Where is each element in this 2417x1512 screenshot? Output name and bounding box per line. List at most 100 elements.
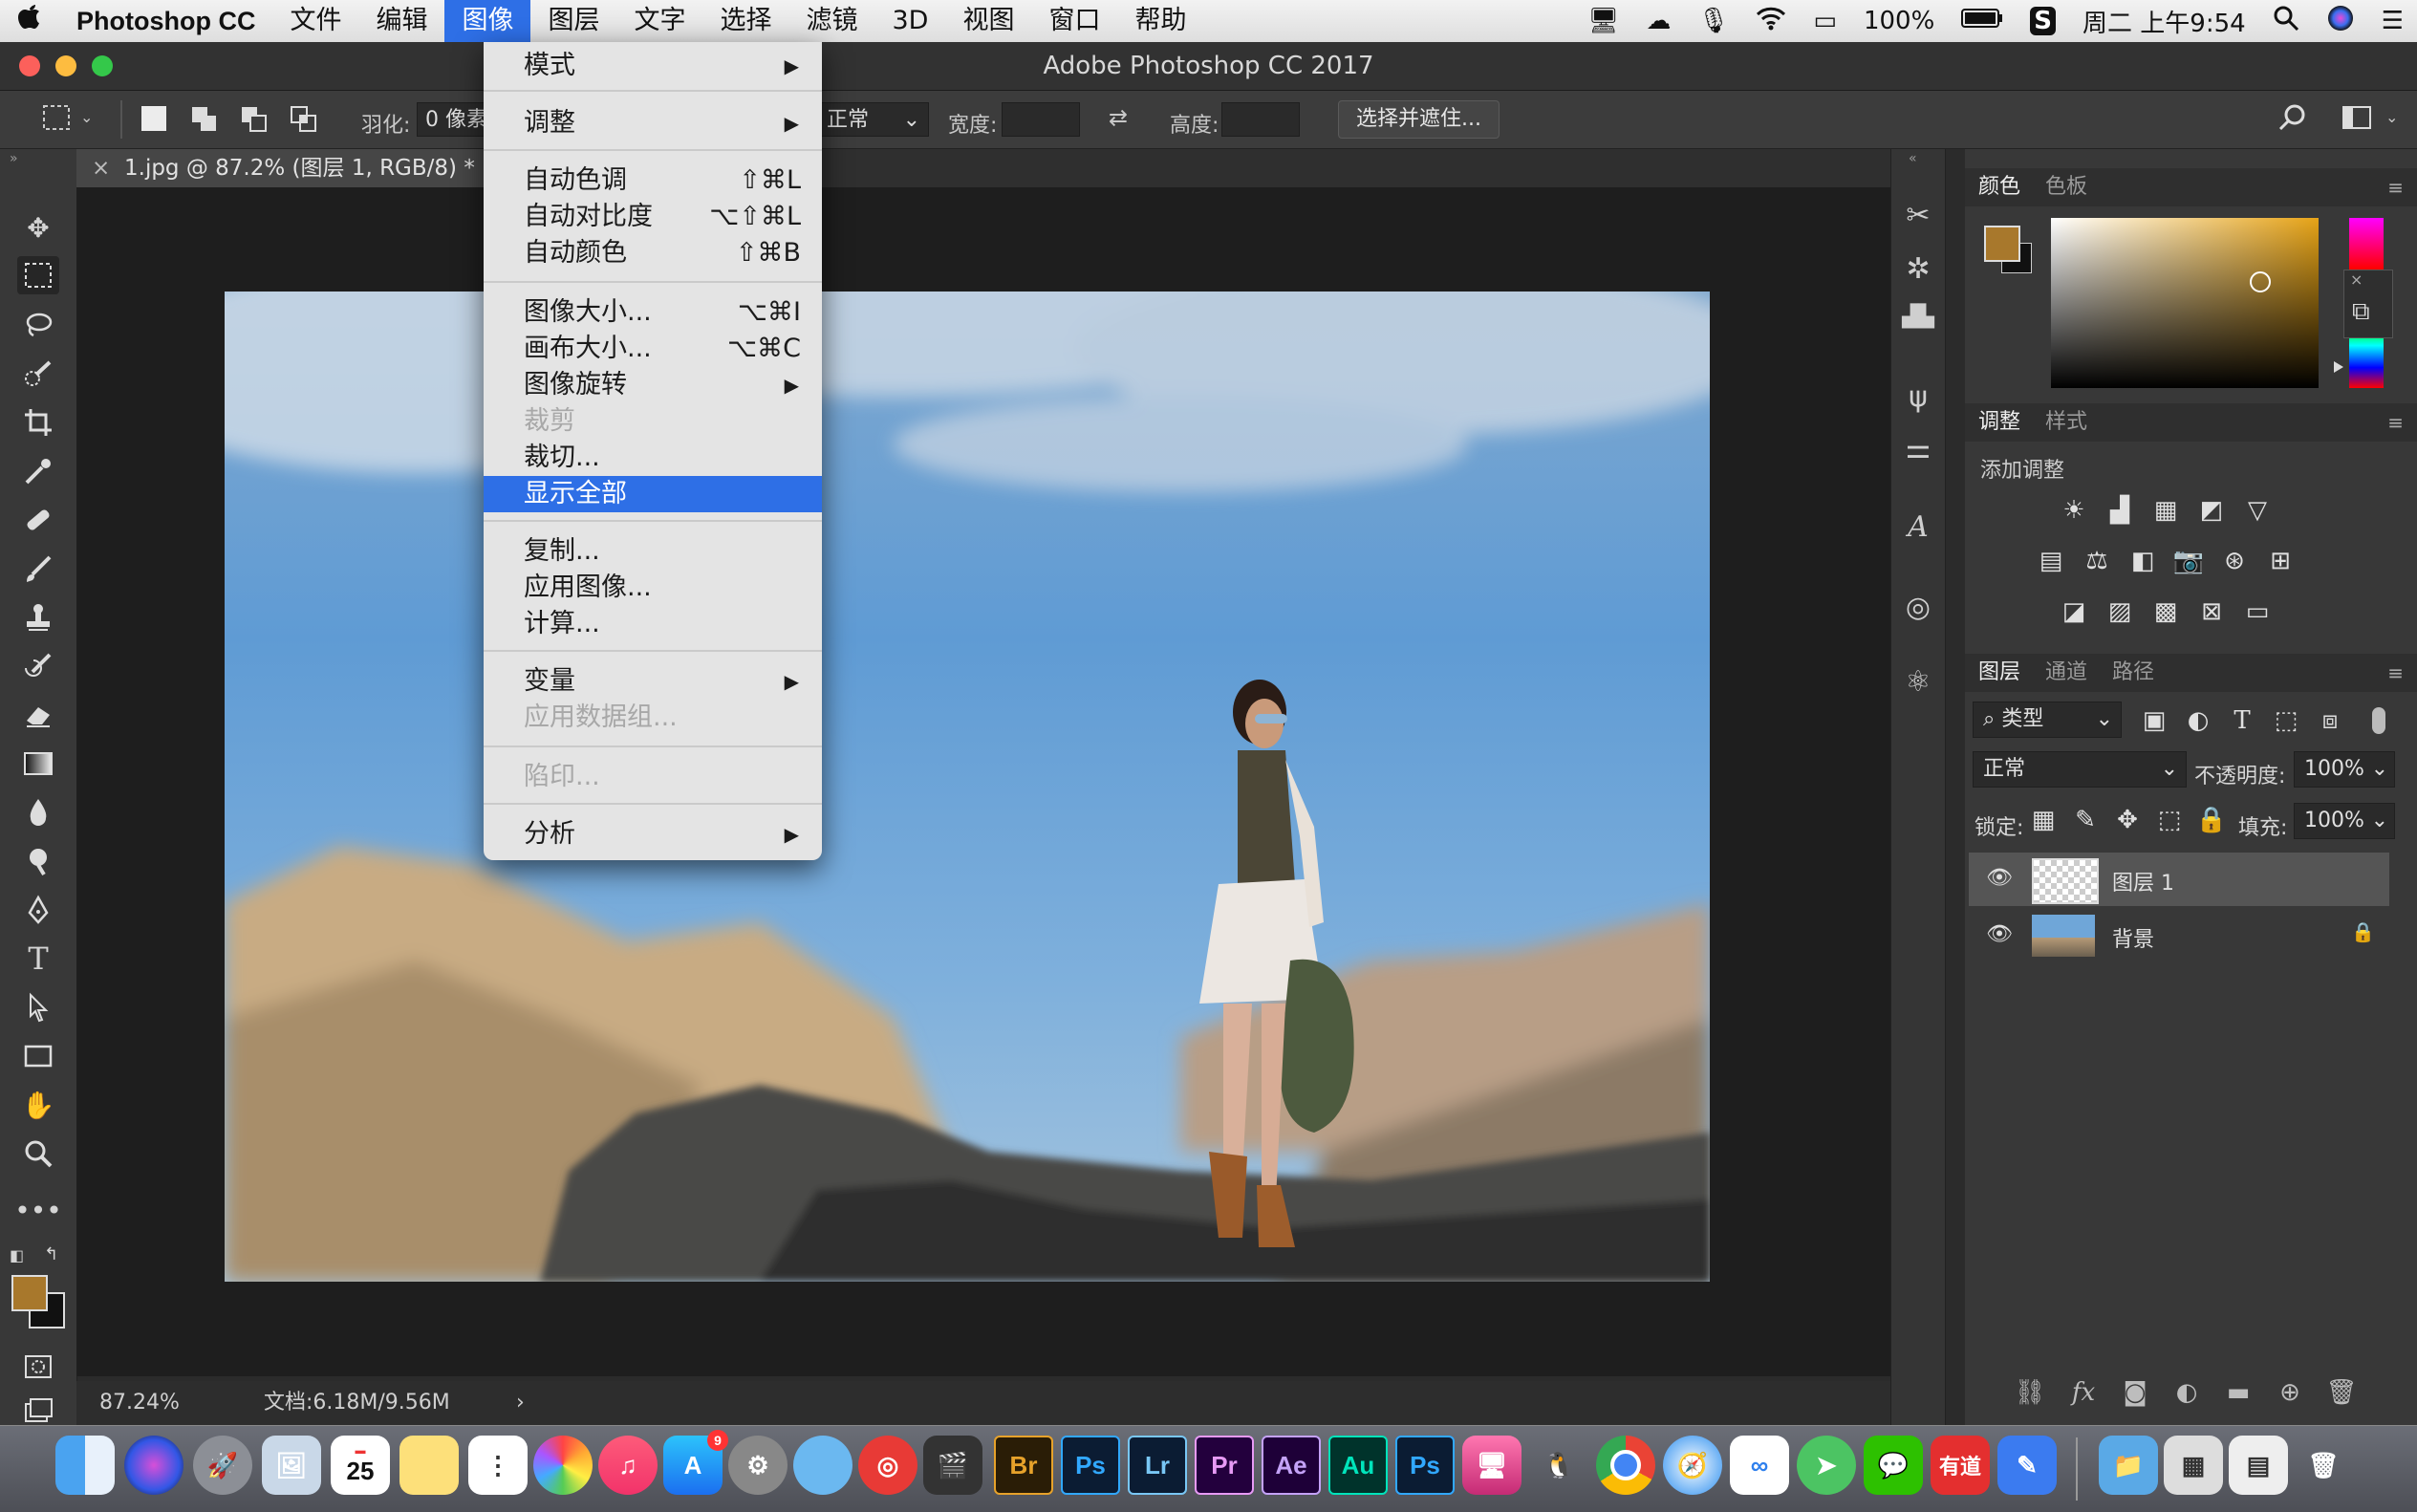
lightroom-icon[interactable]: Lr	[1128, 1436, 1187, 1495]
workspace-dropdown-icon[interactable]: ⌄	[2385, 108, 2398, 126]
safari-icon[interactable]: 🧭	[1663, 1436, 1722, 1495]
character-icon[interactable]: A	[1899, 508, 1937, 547]
swap-dimensions-icon[interactable]: ⇄	[1109, 104, 1128, 131]
floating-close-icon[interactable]: ×	[2350, 270, 2363, 289]
3d-panel-icon[interactable]: ⚛	[1899, 663, 1937, 702]
photo-filter-icon[interactable]: 📷	[2171, 544, 2206, 578]
zoom-level[interactable]: 87.24%	[99, 1381, 180, 1425]
menu-item-analysis[interactable]: 分析 ▶	[484, 816, 822, 853]
layer-row[interactable]: 👁 图层 1	[1969, 853, 2389, 906]
imac-screen-icon[interactable]: 🖥	[1462, 1436, 1521, 1495]
filter-adjustment-icon[interactable]: ◐	[2181, 703, 2215, 738]
premiere-icon[interactable]: Pr	[1195, 1436, 1254, 1495]
wechat-icon[interactable]: 💬	[1864, 1436, 1923, 1495]
marquee-preset-icon[interactable]	[42, 104, 73, 133]
creative-cloud-icon[interactable]: ☁	[1646, 7, 1671, 35]
menu-item-auto-tone[interactable]: 自动色调 ⇧⌘L	[484, 162, 822, 199]
tab-layers[interactable]: 图层	[1978, 654, 2020, 692]
new-adjustment-layer-icon[interactable]: ◐	[2169, 1375, 2204, 1410]
clone-stamp-tool-icon[interactable]	[17, 598, 59, 637]
tab-paths[interactable]: 路径	[2112, 654, 2154, 692]
trash-icon[interactable]: 🗑	[2294, 1436, 2353, 1495]
layer-filter-select[interactable]: ⌕ 类型 ⌄	[1973, 702, 2122, 738]
clock[interactable]: 周二 上午9:54	[2083, 4, 2246, 39]
default-colors-icon[interactable]: ◧	[10, 1246, 24, 1264]
search-icon[interactable]	[2277, 102, 2309, 140]
battery-icon[interactable]	[1961, 7, 2003, 35]
recent-documents-stack-icon[interactable]: ▦	[2164, 1436, 2223, 1495]
photos-icon[interactable]	[533, 1436, 593, 1495]
color-field[interactable]	[2051, 218, 2319, 388]
color-lookup-icon[interactable]: ⊞	[2263, 544, 2298, 578]
type-tool-icon[interactable]: T	[17, 940, 59, 978]
music-icon[interactable]: ♫	[598, 1436, 658, 1495]
opacity-input[interactable]: 100% ⌄	[2294, 751, 2395, 788]
finder-icon[interactable]	[55, 1436, 115, 1495]
preview-icon[interactable]: 🖼	[262, 1436, 321, 1495]
lock-image-icon[interactable]: ✎	[2068, 803, 2103, 837]
tab-swatches[interactable]: 色板	[2045, 168, 2087, 206]
reminders-icon[interactable]: ⋮	[468, 1436, 528, 1495]
style-select[interactable]: 正常 ⌄	[818, 102, 929, 137]
screenshot-app-icon[interactable]: ✎	[1997, 1436, 2057, 1495]
lock-all-icon[interactable]: 🔒	[2194, 803, 2229, 837]
filter-smart-object-icon[interactable]: ⧈	[2313, 703, 2347, 738]
posterize-icon[interactable]: ▨	[2103, 594, 2137, 629]
selective-color-icon[interactable]: ⊠	[2194, 594, 2229, 629]
filter-type-icon[interactable]: T	[2225, 703, 2259, 738]
properties-icon[interactable]: ⚌	[1899, 430, 1937, 468]
healing-brush-tool-icon[interactable]	[17, 501, 59, 539]
netease-music-icon[interactable]: ◎	[858, 1436, 917, 1495]
dodge-tool-icon[interactable]	[17, 842, 59, 880]
siri-icon[interactable]	[2326, 4, 2355, 39]
brightness-contrast-icon[interactable]: ☀	[2057, 493, 2091, 528]
lock-transparent-icon[interactable]: ▦	[2026, 803, 2061, 837]
hand-tool-icon[interactable]: ✋	[17, 1086, 59, 1124]
visibility-eye-icon[interactable]: 👁	[1986, 922, 2013, 946]
hue-saturation-icon[interactable]: ▤	[2034, 544, 2068, 578]
app-menu[interactable]: Photoshop CC	[59, 0, 272, 42]
move-tool-icon[interactable]: ✥	[17, 208, 59, 247]
notification-center-icon[interactable]: ☰	[2382, 7, 2404, 35]
brush-settings-icon[interactable]: ✲	[1899, 250, 1937, 289]
menu-item-reveal-all[interactable]: 显示全部	[484, 476, 822, 512]
siri-dock-icon[interactable]	[124, 1436, 183, 1495]
crop-tool-icon[interactable]	[17, 403, 59, 442]
menu-3d[interactable]: 3D	[874, 0, 945, 42]
panel-menu-icon[interactable]: ≡	[2387, 661, 2404, 684]
launchpad-icon[interactable]: 🚀	[193, 1436, 252, 1495]
subtract-from-selection-icon[interactable]	[241, 106, 267, 132]
lasso-tool-icon[interactable]	[17, 306, 59, 344]
marquee-tool-icon[interactable]	[17, 256, 59, 294]
notes-icon[interactable]	[399, 1436, 459, 1495]
bridge-icon[interactable]: Br	[994, 1436, 1053, 1495]
foreground-color-swatch[interactable]	[11, 1275, 48, 1311]
menu-item-calculations[interactable]: 计算...	[484, 606, 822, 642]
after-effects-icon[interactable]: Ae	[1262, 1436, 1321, 1495]
quick-mask-icon[interactable]	[17, 1348, 59, 1386]
delete-layer-icon[interactable]: 🗑	[2324, 1375, 2359, 1410]
spotlight-search-icon[interactable]	[2273, 5, 2299, 38]
intersect-selection-icon[interactable]	[291, 106, 316, 132]
close-tab-icon[interactable]: ×	[92, 149, 110, 187]
calendar-icon[interactable]: ▬ 25	[331, 1436, 390, 1495]
lock-position-icon[interactable]: ✥	[2110, 803, 2145, 837]
apple-menu-icon[interactable]	[0, 0, 59, 42]
menu-item-image-rotation[interactable]: 图像旋转 ▶	[484, 367, 822, 403]
menu-item-apply-image[interactable]: 应用图像...	[484, 570, 822, 606]
layer-row[interactable]: 👁 背景 🔒	[1969, 909, 2389, 962]
menu-edit[interactable]: 编辑	[358, 0, 444, 42]
collapse-strip-icon[interactable]: «	[1909, 151, 1917, 166]
pen-tool-icon[interactable]	[17, 891, 59, 929]
layer-name[interactable]: 图层 1	[2112, 866, 2174, 896]
menu-select[interactable]: 选择	[702, 0, 788, 42]
zoom-tool-icon[interactable]	[17, 1134, 59, 1173]
menu-item-duplicate[interactable]: 复制...	[484, 533, 822, 570]
eraser-tool-icon[interactable]	[17, 696, 59, 734]
select-and-mask-button[interactable]: 选择并遮住...	[1338, 100, 1500, 139]
menu-item-auto-color[interactable]: 自动颜色 ⇧⌘B	[484, 235, 822, 271]
eyedropper-tool-icon[interactable]	[17, 452, 59, 490]
path-selection-tool-icon[interactable]	[17, 988, 59, 1026]
collapse-tools-icon[interactable]: »	[10, 151, 18, 166]
vibrance-icon[interactable]: ▽	[2240, 493, 2275, 528]
